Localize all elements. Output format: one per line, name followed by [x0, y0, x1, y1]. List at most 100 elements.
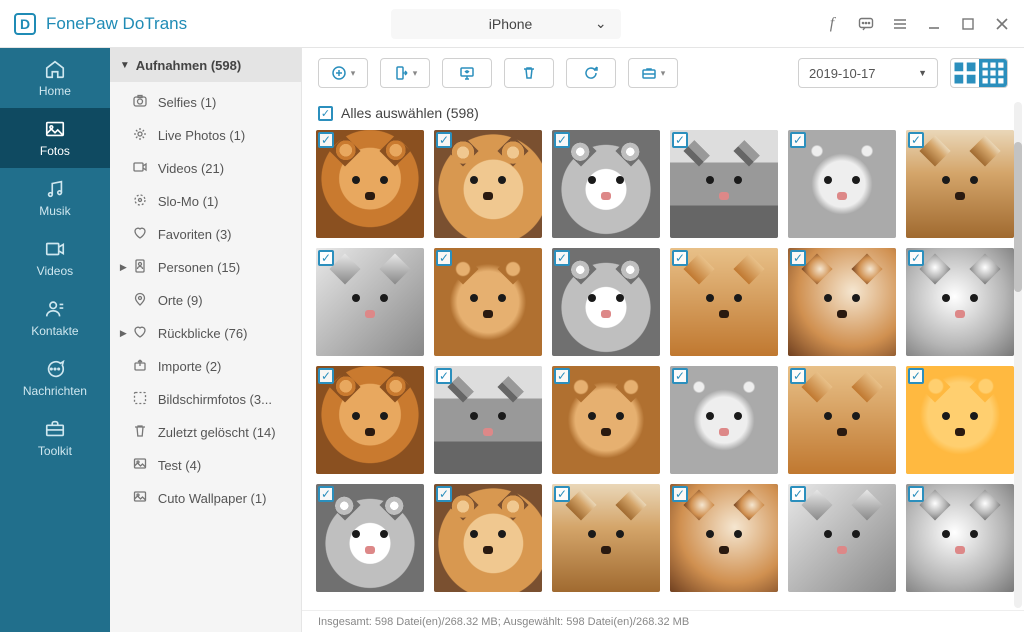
thumb-checkbox[interactable]: ✓: [908, 132, 924, 148]
date-value: 2019-10-17: [809, 66, 876, 81]
photo-thumbnail[interactable]: ✓: [906, 366, 1014, 474]
photo-thumbnail[interactable]: ✓: [788, 248, 896, 356]
photo-thumbnail[interactable]: ✓: [670, 366, 778, 474]
delete-button[interactable]: [504, 58, 554, 88]
tree-item[interactable]: Zuletzt gelöscht (14): [110, 416, 301, 449]
photo-thumbnail[interactable]: ✓: [316, 248, 424, 356]
thumb-checkbox[interactable]: ✓: [318, 368, 334, 384]
select-all-row[interactable]: ✓ Alles auswählen (598): [302, 98, 1024, 128]
nav-fotos[interactable]: Fotos: [0, 108, 110, 168]
tree-item[interactable]: Test (4): [110, 449, 301, 482]
thumb-checkbox[interactable]: ✓: [554, 486, 570, 502]
tree-item[interactable]: Importe (2): [110, 350, 301, 383]
thumb-checkbox[interactable]: ✓: [672, 132, 688, 148]
tree-header[interactable]: ▼ Aufnahmen (598): [110, 48, 301, 82]
status-bar: Insgesamt: 598 Datei(en)/268.32 MB; Ausg…: [302, 610, 1024, 632]
thumb-checkbox[interactable]: ✓: [436, 250, 452, 266]
photo-thumbnail[interactable]: ✓: [434, 484, 542, 592]
triangle-down-icon: ▼: [918, 68, 927, 78]
thumb-checkbox[interactable]: ✓: [318, 250, 334, 266]
title-bar: D FonePaw DoTrans iPhone ⌄ f: [0, 0, 1024, 48]
photo-thumbnail[interactable]: ✓: [552, 366, 660, 474]
tree-item[interactable]: Live Photos (1): [110, 119, 301, 152]
thumb-checkbox[interactable]: ✓: [672, 486, 688, 502]
tree-item[interactable]: Favoriten (3): [110, 218, 301, 251]
thumb-checkbox[interactable]: ✓: [554, 250, 570, 266]
thumb-checkbox[interactable]: ✓: [908, 368, 924, 384]
toolbox-button[interactable]: ▾: [628, 58, 678, 88]
thumb-checkbox[interactable]: ✓: [672, 368, 688, 384]
photo-thumbnail[interactable]: ✓: [316, 130, 424, 238]
thumb-checkbox[interactable]: ✓: [790, 368, 806, 384]
nav-musik[interactable]: Musik: [0, 168, 110, 228]
share-facebook-icon[interactable]: f: [824, 16, 840, 32]
tree-item-label: Test (4): [158, 458, 201, 473]
maximize-button[interactable]: [960, 16, 976, 32]
thumb-checkbox[interactable]: ✓: [790, 132, 806, 148]
photo-thumbnail[interactable]: ✓: [906, 248, 1014, 356]
refresh-button[interactable]: [566, 58, 616, 88]
thumb-checkbox[interactable]: ✓: [318, 132, 334, 148]
nav-nachrichten[interactable]: Nachrichten: [0, 348, 110, 408]
thumb-checkbox[interactable]: ✓: [908, 486, 924, 502]
tree-item[interactable]: Videos (21): [110, 152, 301, 185]
nav-toolkit[interactable]: Toolkit: [0, 408, 110, 468]
tree-item-icon: [132, 225, 148, 244]
tree-item[interactable]: Slo-Mo (1): [110, 185, 301, 218]
nav-kontakte[interactable]: Kontakte: [0, 288, 110, 348]
photo-thumbnail[interactable]: ✓: [434, 366, 542, 474]
tree-item[interactable]: Bildschirmfotos (3...: [110, 383, 301, 416]
photo-thumbnail[interactable]: ✓: [552, 130, 660, 238]
export-to-device-button[interactable]: ▾: [380, 58, 430, 88]
photo-thumbnail[interactable]: ✓: [906, 130, 1014, 238]
photo-thumbnail[interactable]: ✓: [552, 248, 660, 356]
photo-thumbnail[interactable]: ✓: [316, 484, 424, 592]
nav-videos[interactable]: Videos: [0, 228, 110, 288]
view-grid-small[interactable]: [979, 59, 1007, 87]
thumb-checkbox[interactable]: ✓: [790, 250, 806, 266]
photo-thumbnail[interactable]: ✓: [670, 484, 778, 592]
scrollbar[interactable]: [1014, 102, 1022, 608]
thumb-checkbox[interactable]: ✓: [318, 486, 334, 502]
feedback-icon[interactable]: [858, 16, 874, 32]
photo-thumbnail[interactable]: ✓: [316, 366, 424, 474]
tree-item-icon: [132, 192, 148, 211]
photo-thumbnail[interactable]: ✓: [906, 484, 1014, 592]
add-button[interactable]: ▾: [318, 58, 368, 88]
thumb-checkbox[interactable]: ✓: [436, 132, 452, 148]
tree-item[interactable]: ▶Personen (15): [110, 251, 301, 284]
tree-item[interactable]: ▶Rückblicke (76): [110, 317, 301, 350]
tree-item-icon: [132, 324, 148, 343]
tree-item[interactable]: Orte (9): [110, 284, 301, 317]
thumb-checkbox[interactable]: ✓: [790, 486, 806, 502]
thumb-checkbox[interactable]: ✓: [436, 368, 452, 384]
photo-thumbnail[interactable]: ✓: [788, 484, 896, 592]
menu-icon[interactable]: [892, 16, 908, 32]
thumb-checkbox[interactable]: ✓: [672, 250, 688, 266]
nav-home[interactable]: Home: [0, 48, 110, 108]
sidebar-nav: Home Fotos Musik Videos Kontakte Nachric…: [0, 48, 110, 632]
thumb-checkbox[interactable]: ✓: [554, 368, 570, 384]
nav-label: Musik: [39, 204, 70, 218]
photo-thumbnail[interactable]: ✓: [788, 130, 896, 238]
photo-thumbnail[interactable]: ✓: [434, 248, 542, 356]
tree-item[interactable]: Selfies (1): [110, 86, 301, 119]
thumb-checkbox[interactable]: ✓: [436, 486, 452, 502]
photo-thumbnail[interactable]: ✓: [670, 130, 778, 238]
thumb-checkbox[interactable]: ✓: [908, 250, 924, 266]
photo-thumbnail[interactable]: ✓: [434, 130, 542, 238]
date-filter[interactable]: 2019-10-17 ▼: [798, 58, 938, 88]
device-selector[interactable]: iPhone ⌄: [391, 9, 621, 39]
thumb-checkbox[interactable]: ✓: [554, 132, 570, 148]
photo-thumbnail[interactable]: ✓: [552, 484, 660, 592]
photo-thumbnail[interactable]: ✓: [670, 248, 778, 356]
export-to-pc-button[interactable]: [442, 58, 492, 88]
scrollbar-handle[interactable]: [1014, 142, 1022, 292]
tree-item[interactable]: Cuto Wallpaper (1): [110, 482, 301, 515]
view-grid-large[interactable]: [951, 59, 979, 87]
photo-thumbnail[interactable]: ✓: [788, 366, 896, 474]
tree-item-label: Videos (21): [158, 161, 224, 176]
minimize-button[interactable]: [926, 16, 942, 32]
select-all-checkbox[interactable]: ✓: [318, 106, 333, 121]
close-button[interactable]: [994, 16, 1010, 32]
